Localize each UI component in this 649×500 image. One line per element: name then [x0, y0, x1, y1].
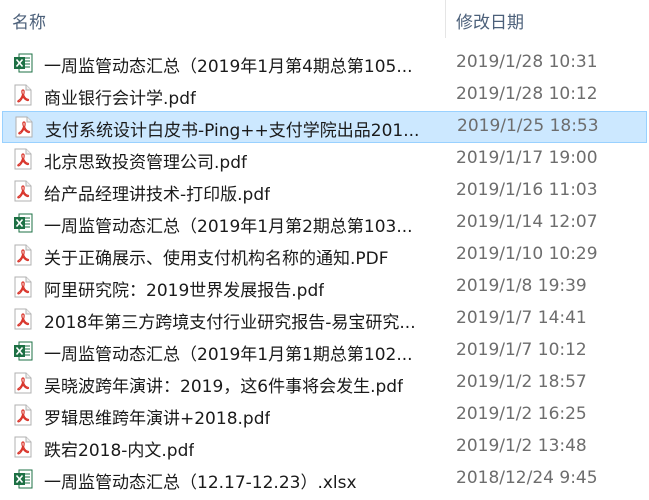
column-header-date-modified[interactable]: 修改日期: [456, 8, 524, 33]
file-row[interactable]: 一周监管动态汇总（2019年1月第4期总第105... 2019/1/28 10:…: [0, 47, 649, 79]
file-row[interactable]: 阿里研究院：2019世界发展报告.pdf 2019/1/8 19:39: [0, 271, 649, 303]
file-list: 一周监管动态汇总（2019年1月第4期总第105... 2019/1/28 10:…: [0, 47, 649, 495]
file-row[interactable]: 北京思致投资管理公司.pdf 2019/1/17 19:00: [0, 143, 649, 175]
file-row[interactable]: 支付系统设计白皮书-Ping++支付学院出品201... 2019/1/25 18…: [2, 111, 647, 143]
file-name[interactable]: 一周监管动态汇总（2019年1月第1期总第102...: [44, 340, 413, 365]
file-row[interactable]: 2018年第三方跨境支付行业研究报告-易宝研究... 2019/1/7 14:41: [0, 303, 649, 335]
file-date-modified: 2019/1/7 10:12: [456, 340, 587, 360]
file-row[interactable]: 一周监管动态汇总（12.17-12.23）.xlsx 2018/12/24 9:4…: [0, 463, 649, 495]
file-date-modified: 2019/1/16 11:03: [456, 180, 598, 200]
file-date-modified: 2019/1/8 19:39: [456, 276, 587, 296]
xlsx-icon: [13, 340, 33, 362]
file-date-modified: 2018/12/24 9:45: [456, 468, 598, 488]
file-row[interactable]: 吴晓波跨年演讲：2019，这6件事将会发生.pdf 2019/1/2 18:57: [0, 367, 649, 399]
file-name[interactable]: 吴晓波跨年演讲：2019，这6件事将会发生.pdf: [44, 372, 403, 397]
file-name[interactable]: 北京思致投资管理公司.pdf: [44, 148, 247, 173]
file-date-modified: 2019/1/17 19:00: [456, 148, 598, 168]
pdf-icon: [13, 436, 33, 458]
file-row[interactable]: 一周监管动态汇总（2019年1月第2期总第103... 2019/1/14 12:…: [0, 207, 649, 239]
column-divider[interactable]: [445, 0, 446, 38]
file-row[interactable]: 罗辑思维跨年演讲+2018.pdf 2019/1/2 16:25: [0, 399, 649, 431]
file-name[interactable]: 给产品经理讲技术-打印版.pdf: [44, 180, 270, 205]
pdf-icon: [13, 84, 33, 106]
pdf-icon: [13, 148, 33, 170]
file-name[interactable]: 商业银行会计学.pdf: [44, 84, 196, 109]
file-date-modified: 2019/1/25 18:53: [457, 116, 599, 136]
file-row[interactable]: 一周监管动态汇总（2019年1月第1期总第102... 2019/1/7 10:1…: [0, 335, 649, 367]
xlsx-icon: [13, 468, 33, 490]
xlsx-icon: [13, 52, 33, 74]
file-name[interactable]: 一周监管动态汇总（2019年1月第4期总第105...: [44, 52, 413, 77]
pdf-icon: [13, 404, 33, 426]
pdf-icon: [13, 276, 33, 298]
file-date-modified: 2019/1/14 12:07: [456, 212, 598, 232]
file-row[interactable]: 关于正确展示、使用支付机构名称的通知.PDF 2019/1/10 10:29: [0, 239, 649, 271]
file-name[interactable]: 2018年第三方跨境支付行业研究报告-易宝研究...: [44, 308, 416, 333]
file-name[interactable]: 支付系统设计白皮书-Ping++支付学院出品201...: [45, 116, 419, 141]
file-name[interactable]: 一周监管动态汇总（12.17-12.23）.xlsx: [44, 468, 357, 493]
file-row[interactable]: 给产品经理讲技术-打印版.pdf 2019/1/16 11:03: [0, 175, 649, 207]
file-date-modified: 2019/1/2 18:57: [456, 372, 587, 392]
xlsx-icon: [13, 212, 33, 234]
file-row[interactable]: 商业银行会计学.pdf 2019/1/28 10:12: [0, 79, 649, 111]
pdf-icon: [13, 308, 33, 330]
file-name[interactable]: 罗辑思维跨年演讲+2018.pdf: [44, 404, 270, 429]
pdf-icon: [14, 116, 34, 138]
column-header: 名称 修改日期: [0, 0, 649, 38]
file-row[interactable]: 跌宕2018-内文.pdf 2019/1/2 13:48: [0, 431, 649, 463]
pdf-icon: [13, 372, 33, 394]
file-date-modified: 2019/1/28 10:31: [456, 52, 598, 72]
file-name[interactable]: 关于正确展示、使用支付机构名称的通知.PDF: [44, 244, 389, 269]
file-name[interactable]: 跌宕2018-内文.pdf: [44, 436, 194, 461]
column-header-name[interactable]: 名称: [12, 8, 46, 33]
file-date-modified: 2019/1/2 16:25: [456, 404, 587, 424]
file-date-modified: 2019/1/28 10:12: [456, 84, 598, 104]
file-name[interactable]: 一周监管动态汇总（2019年1月第2期总第103...: [44, 212, 413, 237]
pdf-icon: [13, 244, 33, 266]
file-date-modified: 2019/1/7 14:41: [456, 308, 587, 328]
file-date-modified: 2019/1/2 13:48: [456, 436, 587, 456]
file-name[interactable]: 阿里研究院：2019世界发展报告.pdf: [44, 276, 324, 301]
pdf-icon: [13, 180, 33, 202]
file-date-modified: 2019/1/10 10:29: [456, 244, 598, 264]
